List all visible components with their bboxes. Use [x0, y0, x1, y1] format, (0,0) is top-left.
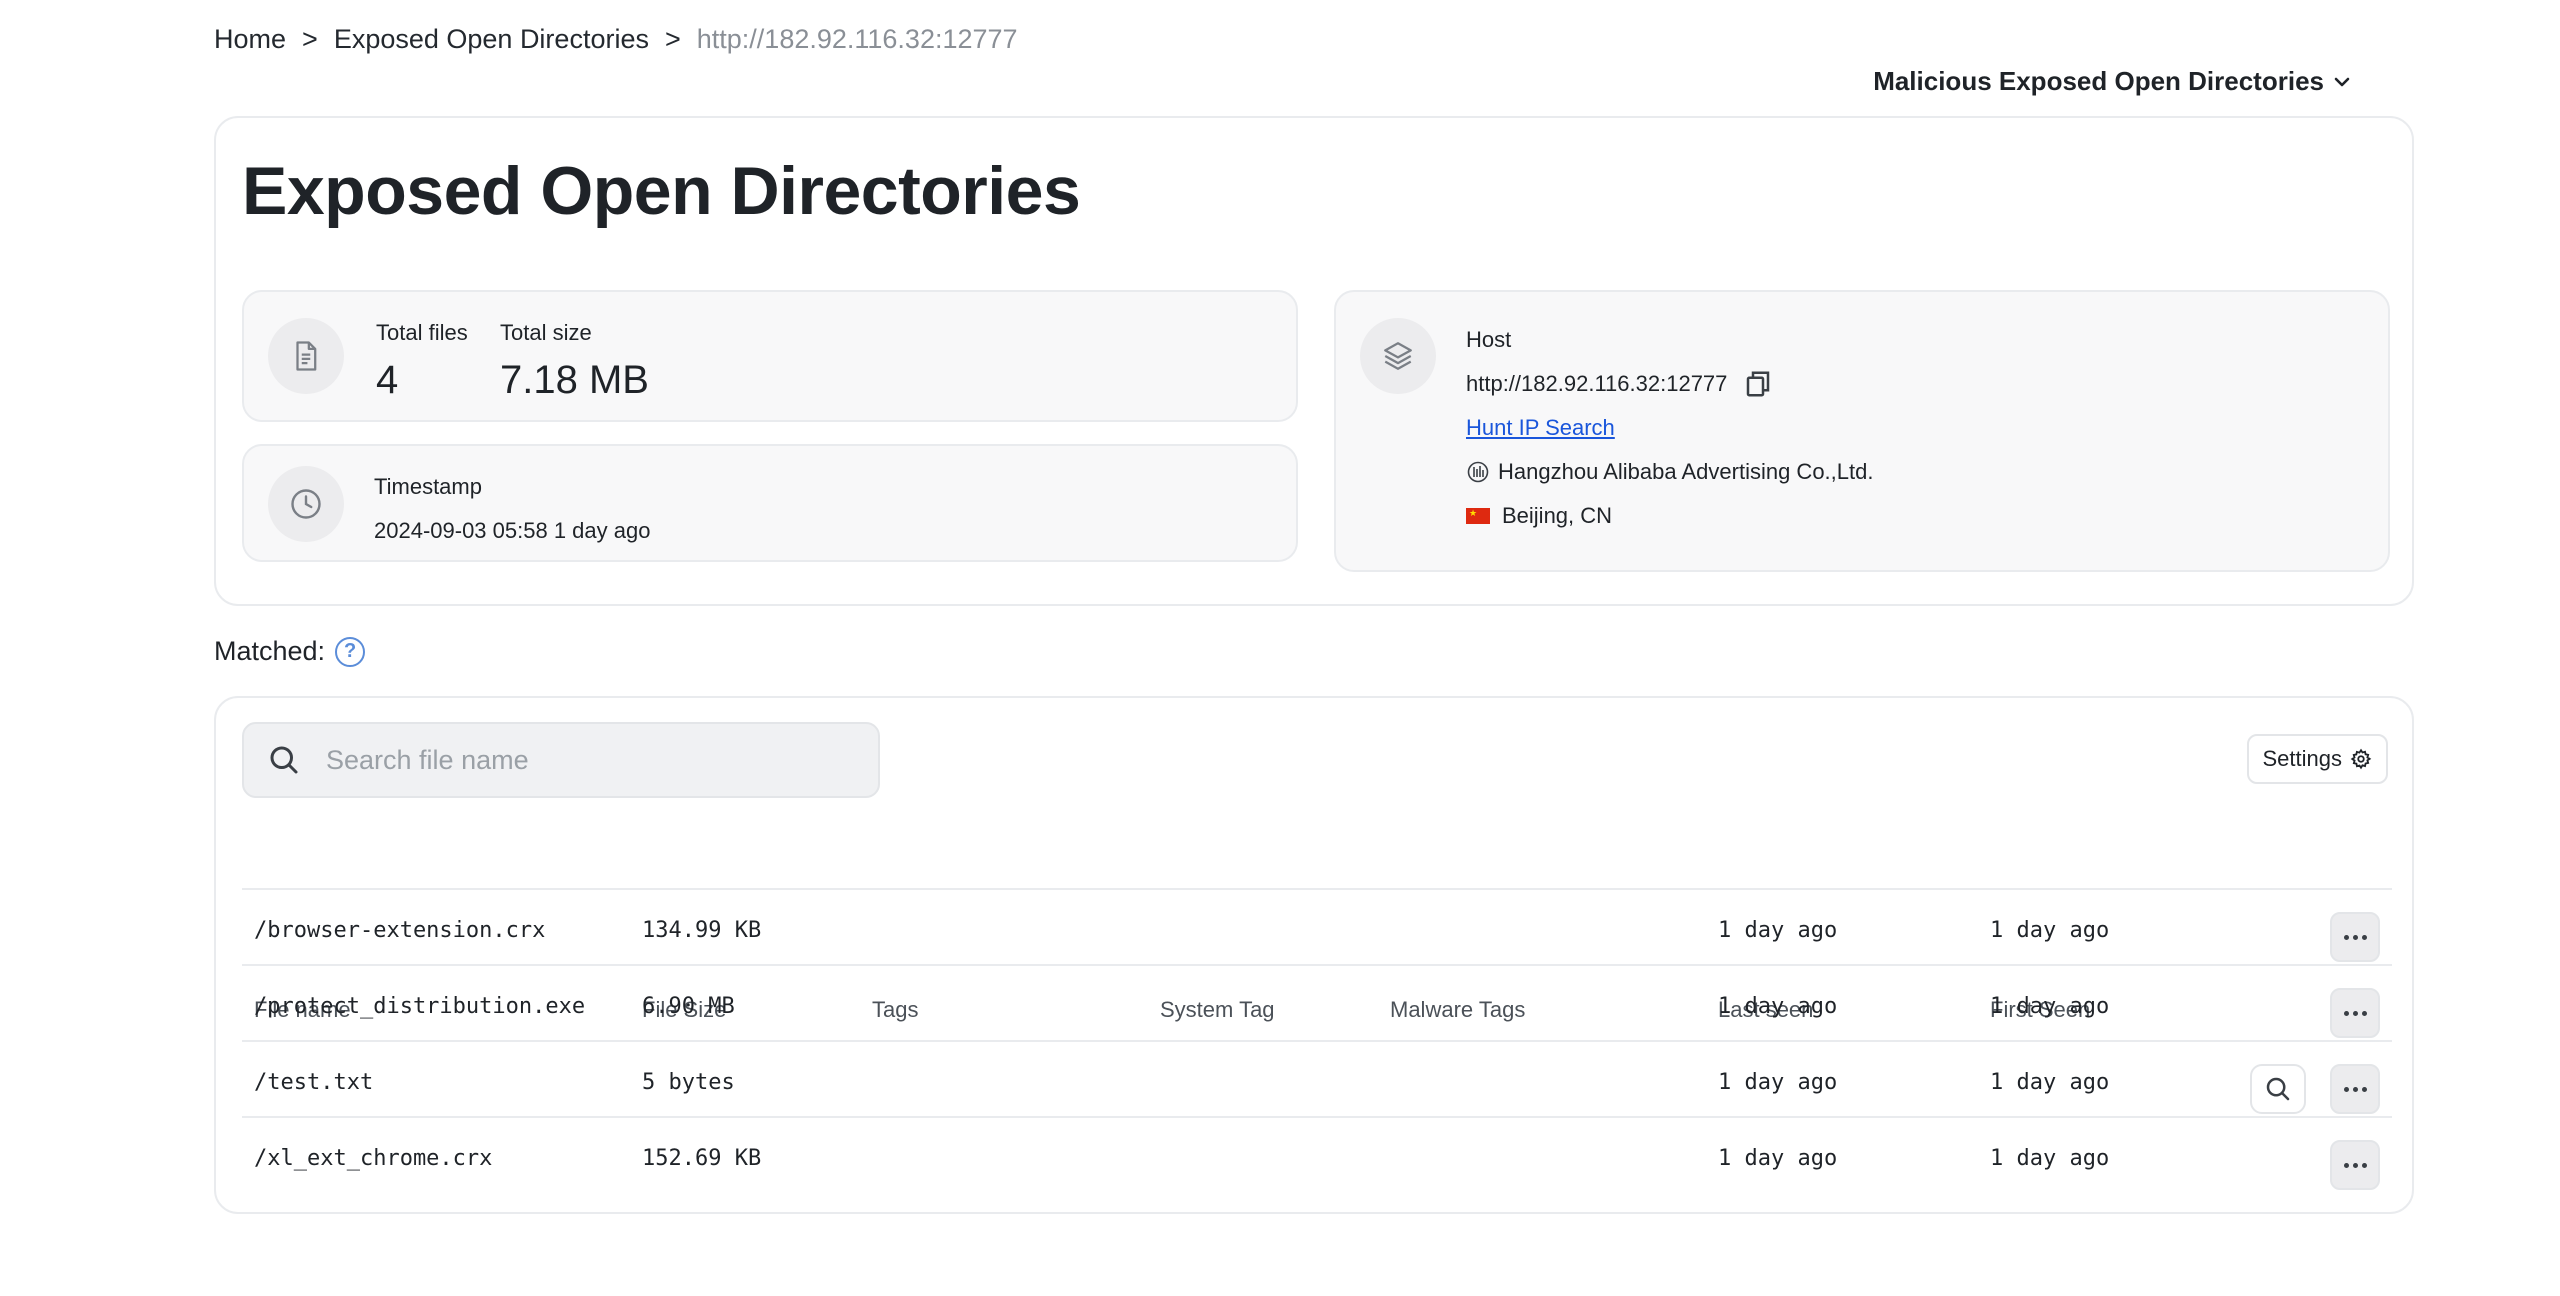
total-files-stat: Total files 4 [376, 320, 468, 403]
file-size: 134.99 KB [642, 918, 762, 943]
total-files-value: 4 [376, 358, 399, 402]
more-actions-button[interactable] [2330, 1064, 2380, 1114]
breadcrumb-separator: > [664, 24, 681, 54]
asn-icon [1467, 461, 1489, 483]
timestamp-panel: Timestamp 2024-09-03 05:58 1 day ago [242, 444, 1298, 562]
directory-type-dropdown[interactable]: Malicious Exposed Open Directories [1873, 66, 2352, 97]
first-seen: 1 day ago [1990, 994, 2110, 1019]
settings-button[interactable]: Settings [2246, 734, 2388, 784]
more-actions-button[interactable] [2330, 988, 2380, 1038]
file-name: /protect_distribution.exe [254, 994, 586, 1019]
table-header: File name File Size Tags System Tag Malw… [242, 826, 2392, 1022]
file-name: /browser-extension.crx [254, 918, 546, 943]
host-org-row: Hangzhou Alibaba Advertising Co.,Ltd. [1466, 450, 1873, 494]
host-ip: 182.92.116.32 [1521, 371, 1661, 396]
host-panel: Host http:// 182.92.116.32 :12777 Hunt I… [1334, 290, 2390, 572]
breadcrumb-url-ip: 182.92.116.32 [764, 24, 935, 54]
table-row: /protect_distribution.exe 6.90 MB 1 day … [242, 966, 2392, 1042]
host-url-prefix: http:// [1466, 371, 1522, 396]
search-box [242, 722, 880, 798]
copy-icon[interactable] [1743, 369, 1773, 399]
breadcrumb-current: http://182.92.116.32:12777 [697, 24, 1018, 55]
directory-summary-card: Exposed Open Directories Total files 4 T… [214, 116, 2414, 606]
host-org: Hangzhou Alibaba Advertising Co.,Ltd. [1498, 459, 1874, 484]
gear-icon [2350, 748, 2372, 770]
host-location-row: Beijing, CN [1466, 494, 1873, 538]
host-details: Host http:// 182.92.116.32 :12777 Hunt I… [1466, 318, 1873, 538]
first-seen: 1 day ago [1990, 1146, 2110, 1171]
table-row: /test.txt 5 bytes 1 day ago 1 day ago [242, 1042, 2392, 1118]
total-size-value: 7.18 MB [500, 358, 649, 402]
chevron-down-icon [2334, 77, 2350, 86]
layers-icon [1360, 318, 1436, 394]
timestamp-value: 2024-09-03 05:58 1 day ago [374, 518, 651, 543]
search-icon [270, 746, 298, 774]
timestamp-label: Timestamp [374, 474, 482, 499]
host-label: Host [1466, 327, 1512, 352]
last-seen: 1 day ago [1718, 994, 1838, 1019]
document-icon [268, 318, 344, 394]
matched-row: Matched: ? [214, 636, 366, 667]
files-table-card: Settings File name File Size Tags System… [214, 696, 2414, 1214]
settings-button-label: Settings [2262, 746, 2343, 771]
total-files-label: Total files [376, 320, 468, 345]
first-seen: 1 day ago [1990, 918, 2110, 943]
breadcrumb-exposed-open-directories[interactable]: Exposed Open Directories [334, 24, 649, 55]
last-seen: 1 day ago [1718, 918, 1838, 943]
breadcrumb-home[interactable]: Home [214, 24, 286, 55]
total-size-label: Total size [500, 320, 592, 345]
page-title: Exposed Open Directories [242, 153, 1081, 229]
search-file-input[interactable] [326, 744, 846, 776]
host-port: :12777 [1660, 371, 1728, 396]
table-row: /xl_ext_chrome.crx 152.69 KB 1 day ago 1… [242, 1118, 2392, 1194]
view-file-button[interactable] [2250, 1064, 2306, 1114]
file-name: /test.txt [254, 1070, 374, 1095]
search-icon [2266, 1077, 2290, 1101]
directory-type-dropdown-label: Malicious Exposed Open Directories [1873, 66, 2324, 96]
help-icon[interactable]: ? [335, 636, 366, 667]
clock-icon [268, 466, 344, 542]
matched-label: Matched: [214, 636, 326, 666]
hunt-ip-search-link[interactable]: Hunt IP Search [1466, 415, 1615, 441]
file-name: /xl_ext_chrome.crx [254, 1146, 493, 1171]
more-actions-button[interactable] [2330, 1140, 2380, 1190]
files-summary-panel: Total files 4 Total size 7.18 MB [242, 290, 1298, 422]
cn-flag-icon [1466, 508, 1490, 524]
host-url: http:// 182.92.116.32 :12777 [1466, 362, 1873, 406]
breadcrumb: Home > Exposed Open Directories > http:/… [214, 24, 1018, 55]
last-seen: 1 day ago [1718, 1146, 1838, 1171]
more-actions-button[interactable] [2330, 912, 2380, 962]
file-size: 6.90 MB [642, 994, 735, 1019]
files-table: File name File Size Tags System Tag Malw… [242, 826, 2392, 1194]
first-seen: 1 day ago [1990, 1070, 2110, 1095]
file-size: 152.69 KB [642, 1146, 762, 1171]
table-row: /browser-extension.crx 134.99 KB 1 day a… [242, 890, 2392, 966]
breadcrumb-url-prefix: http:// [696, 24, 765, 54]
host-location: Beijing, CN [1502, 503, 1613, 528]
file-size: 5 bytes [642, 1070, 735, 1095]
breadcrumb-separator: > [302, 24, 318, 54]
last-seen: 1 day ago [1718, 1070, 1838, 1095]
breadcrumb-url-port: :12777 [934, 24, 1018, 54]
total-size-stat: Total size 7.18 MB [500, 320, 649, 403]
hunt-ip-search-row: Hunt IP Search [1466, 406, 1873, 450]
